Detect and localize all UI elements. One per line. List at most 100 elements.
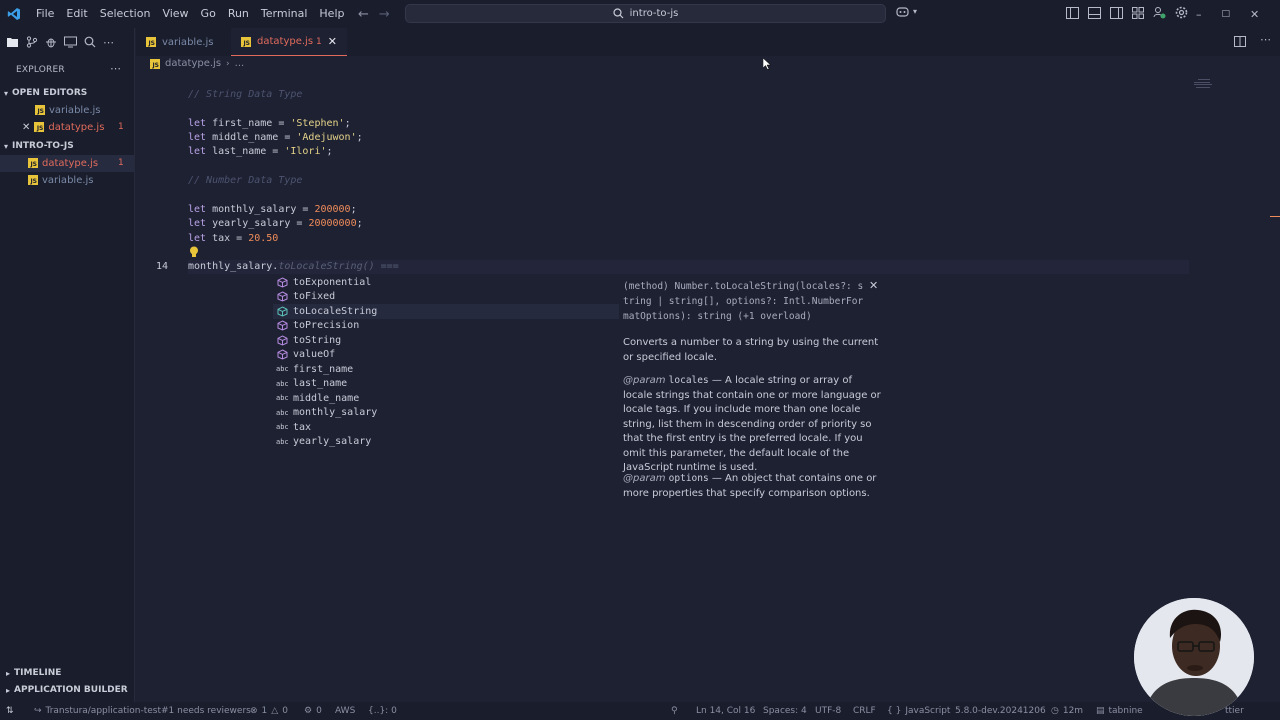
split-editor-icon[interactable] <box>1234 36 1246 50</box>
menu-terminal[interactable]: Terminal <box>255 0 314 28</box>
problems-status[interactable]: ⊗ 1 △ 0 <box>250 702 288 720</box>
menu-go[interactable]: Go <box>195 0 222 28</box>
menu-run[interactable]: Run <box>222 0 255 28</box>
suggestion-item[interactable]: toString <box>273 333 619 348</box>
suggestion-item[interactable]: abc first_name <box>273 362 619 377</box>
text-word-icon: abc <box>276 379 289 388</box>
pull-request-icon: ↪ <box>34 706 42 716</box>
encoding[interactable]: UTF-8 <box>815 702 841 720</box>
toggle-sidebar-icon[interactable] <box>1066 6 1079 19</box>
explorer-files-icon[interactable] <box>6 36 19 48</box>
close-window-icon[interactable]: ✕ <box>1250 8 1259 21</box>
open-editor-item-active[interactable]: ✕ JS datatype.js <box>22 119 104 135</box>
forward-arrow-icon[interactable]: → <box>379 7 390 22</box>
remote-explorer-icon[interactable] <box>64 36 77 48</box>
search-icon[interactable] <box>84 36 96 48</box>
editor-tab-bar: JS variable.js JS datatype.js 1 ✕ ⋯ <box>136 28 1280 56</box>
aws-status[interactable]: AWS <box>335 702 355 720</box>
problem-count-badge: 1 <box>118 158 124 168</box>
tabnine-icon: ▤ <box>1096 706 1105 716</box>
toggle-panel-icon[interactable] <box>1088 6 1101 19</box>
zoom-icon[interactable]: ⚲ <box>671 702 678 720</box>
close-tab-icon[interactable]: ✕ <box>328 35 337 48</box>
branch-status[interactable]: ↪ Transtura/application-test#1 needs revi… <box>34 702 251 720</box>
close-details-icon[interactable]: ✕ <box>869 279 878 292</box>
file-name: datatype.js <box>48 121 105 133</box>
remote-icon: ⇅ <box>6 706 14 716</box>
method-signature: (method) Number.toLocaleString(locales?:… <box>623 281 864 322</box>
customize-layout-icon[interactable] <box>1132 6 1144 19</box>
method-cube-icon <box>276 334 288 346</box>
js-file-icon: JS <box>34 122 45 132</box>
editor-more-icon[interactable]: ⋯ <box>1260 33 1271 46</box>
timeline-label: TIMELINE <box>14 668 62 678</box>
tab-datatype[interactable]: JS datatype.js 1 ✕ <box>231 28 347 56</box>
open-editors-label: OPEN EDITORS <box>12 88 88 98</box>
suggestion-item[interactable]: valueOf <box>273 348 619 363</box>
folder-file-item-active[interactable]: JS datatype.js <box>28 155 98 171</box>
timeline-section[interactable]: ▸ TIMELINE <box>6 668 61 678</box>
current-line-number: 14 <box>155 261 168 272</box>
menu-view[interactable]: View <box>156 0 194 28</box>
text-word-icon: abc <box>276 408 289 417</box>
cursor-position[interactable]: Ln 14, Col 16 <box>696 702 755 720</box>
explorer-more-icon[interactable]: ⋯ <box>110 62 121 75</box>
suggestion-item-selected[interactable]: toLocaleString <box>273 304 619 319</box>
suggestion-item[interactable]: abc monthly_salary <box>273 406 619 421</box>
js-file-icon: JS <box>241 36 251 47</box>
breadcrumb-rest[interactable]: ... <box>235 58 245 69</box>
menu-edit[interactable]: Edit <box>60 0 93 28</box>
breadcrumb-file[interactable]: datatype.js <box>165 58 221 69</box>
navigation-arrows: ← → <box>358 0 390 28</box>
code-line-last-name: let last_name = 'Ilori'; <box>188 146 333 157</box>
tabnine-status[interactable]: ▤ tabnine <box>1096 702 1143 720</box>
menu-file[interactable]: File <box>30 0 60 28</box>
line-endings[interactable]: CRLF <box>853 702 876 720</box>
method-description: Converts a number to a string by using t… <box>623 337 879 363</box>
toggle-secondary-sidebar-icon[interactable] <box>1110 6 1123 19</box>
method-cube-icon <box>276 305 288 317</box>
suggestion-item[interactable]: toPrecision <box>273 319 619 334</box>
suggestion-item[interactable]: abc last_name <box>273 377 619 392</box>
suggestion-item[interactable]: abc middle_name <box>273 391 619 406</box>
maximize-icon[interactable]: □ <box>1222 9 1231 19</box>
search-text: intro-to-js <box>629 8 679 19</box>
lightbulb-icon[interactable] <box>189 246 199 261</box>
more-icon[interactable]: ⋯ <box>103 36 114 49</box>
accounts-icon[interactable] <box>1153 6 1166 19</box>
language-mode[interactable]: { } JavaScript <box>887 702 950 720</box>
indentation[interactable]: Spaces: 4 <box>763 702 807 720</box>
application-builder-section[interactable]: ▸ APPLICATION BUILDER <box>6 685 128 695</box>
folder-section[interactable]: ▾ INTRO-TO-JS <box>4 141 74 151</box>
folder-file-item[interactable]: JS variable.js <box>28 172 94 188</box>
suggestion-item[interactable]: toExponential <box>273 275 619 290</box>
close-icon[interactable]: ✕ <box>22 122 30 133</box>
typescript-version[interactable]: 5.8.0-dev.20241206 <box>955 702 1046 720</box>
code-line-first-name: let first_name = 'Stephen'; <box>188 118 351 129</box>
minimize-icon[interactable]: – <box>1196 8 1202 21</box>
debug-icon[interactable] <box>45 36 57 48</box>
file-name: variable.js <box>49 104 101 116</box>
copilot-menu[interactable]: ▾ <box>896 6 917 17</box>
ports-status[interactable]: ⚙ 0 <box>304 702 322 720</box>
braces-status[interactable]: {..}: 0 <box>368 702 397 720</box>
menu-help[interactable]: Help <box>313 0 350 28</box>
tab-variable[interactable]: JS variable.js <box>136 28 224 56</box>
code-line-comment: // Number Data Type <box>188 175 303 186</box>
suggestion-item[interactable]: toFixed <box>273 290 619 305</box>
source-control-icon[interactable] <box>26 36 38 48</box>
menu-selection[interactable]: Selection <box>94 0 157 28</box>
minimap[interactable] <box>1194 78 1216 90</box>
remote-indicator[interactable]: ⇅ <box>6 702 14 720</box>
back-arrow-icon[interactable]: ← <box>358 7 369 22</box>
suggestion-item[interactable]: abc yearly_salary <box>273 435 619 450</box>
command-center-search[interactable]: intro-to-js <box>405 4 886 23</box>
webcam-overlay <box>1134 598 1254 716</box>
open-editors-section[interactable]: ▾ OPEN EDITORS <box>4 88 87 98</box>
settings-gear-icon[interactable] <box>1175 6 1188 19</box>
time-tracker[interactable]: ◷ 12m <box>1051 702 1083 720</box>
open-editor-item[interactable]: JS variable.js <box>35 102 101 118</box>
suggestion-item[interactable]: abc tax <box>273 420 619 435</box>
text-word-icon: abc <box>276 394 289 403</box>
text-word-icon: abc <box>276 365 289 374</box>
